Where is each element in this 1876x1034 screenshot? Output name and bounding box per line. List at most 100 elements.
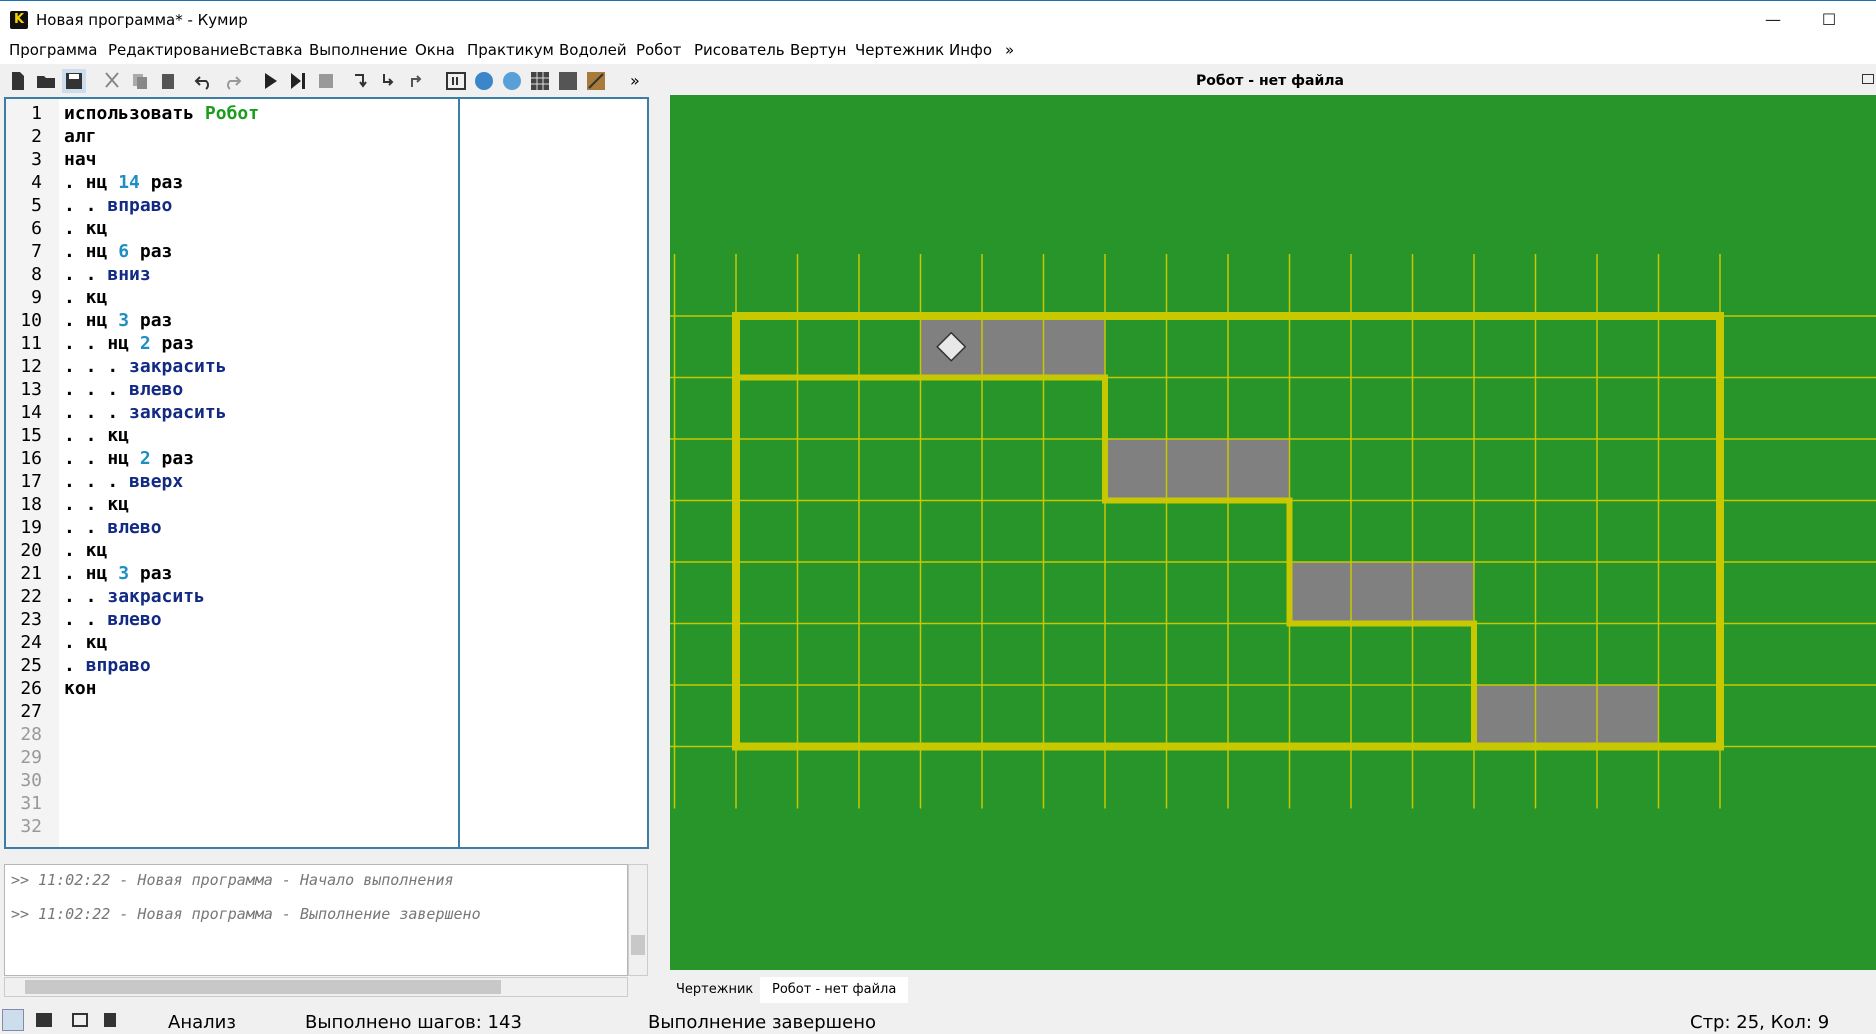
code-token: закрасить: [129, 356, 227, 377]
code-line[interactable]: . . . закрасить: [64, 401, 227, 424]
code-line[interactable]: . кц: [64, 631, 107, 654]
robot-field-icon[interactable]: [528, 69, 552, 93]
vodoley-icon[interactable]: [472, 69, 496, 93]
code-line[interactable]: . нц 3 раз: [64, 562, 172, 585]
tab-chertezhnik[interactable]: Чертежник: [664, 977, 765, 1003]
menu-more[interactable]: »: [1005, 41, 1014, 59]
paste-icon[interactable]: [156, 69, 180, 93]
stop-icon[interactable]: [314, 69, 338, 93]
undo-icon[interactable]: [192, 69, 216, 93]
console-horizontal-scrollbar[interactable]: [4, 977, 628, 997]
menu-vertun[interactable]: Вертун: [790, 41, 846, 59]
copy-output-icon[interactable]: [72, 1013, 88, 1027]
cut-icon[interactable]: [100, 69, 124, 93]
new-file-icon[interactable]: [6, 69, 30, 93]
code-line[interactable]: . . кц: [64, 493, 129, 516]
save-icon[interactable]: [62, 69, 86, 93]
menu-edit[interactable]: Редактирование: [108, 41, 239, 59]
maximize-button[interactable]: ☐: [1806, 5, 1852, 35]
code-line[interactable]: . кц: [64, 286, 107, 309]
code-line[interactable]: . нц 14 раз: [64, 171, 183, 194]
painted-cell: [982, 316, 1044, 378]
code-token: 6: [118, 241, 130, 262]
code-line[interactable]: . кц: [64, 539, 107, 562]
line-number: 32: [20, 816, 42, 837]
code-line[interactable]: . . вниз: [64, 263, 151, 286]
console-line: >> 11:02:22 - Новая программа - Выполнен…: [11, 905, 481, 923]
line-number: 2: [31, 126, 42, 147]
code-token: . . нц: [64, 448, 140, 469]
step-over-icon[interactable]: [350, 69, 374, 93]
terminal-icon[interactable]: [2, 1009, 24, 1031]
toolbar-overflow-button[interactable]: »: [630, 69, 654, 93]
code-line[interactable]: алг: [64, 125, 97, 148]
chertezhnik-icon[interactable]: [556, 69, 580, 93]
menu-robot[interactable]: Робот: [636, 41, 681, 59]
menu-insert[interactable]: Вставка: [239, 41, 303, 59]
code-line[interactable]: . . влево: [64, 608, 162, 631]
code-line[interactable]: . . влево: [64, 516, 162, 539]
code-line[interactable]: . нц 6 раз: [64, 240, 172, 263]
code-token: закрасить: [107, 586, 205, 607]
code-line[interactable]: использовать Робот: [64, 102, 259, 125]
code-token: . .: [64, 586, 108, 607]
code-line[interactable]: . . . закрасить: [64, 355, 227, 378]
code-line[interactable]: кон: [64, 677, 97, 700]
console-vertical-scrollbar[interactable]: [628, 864, 648, 976]
line-number: 22: [20, 586, 42, 607]
code-line[interactable]: нач: [64, 148, 97, 171]
code-line[interactable]: . . нц 2 раз: [64, 447, 194, 470]
copy-icon[interactable]: [128, 69, 152, 93]
tab-robot[interactable]: Робот - нет файла: [760, 977, 909, 1003]
step-into-icon[interactable]: [378, 69, 402, 93]
menu-info[interactable]: Инфо: [949, 41, 992, 59]
line-number: 31: [20, 793, 42, 814]
minimize-button[interactable]: —: [1750, 5, 1796, 35]
code-token: . . кц: [64, 425, 130, 446]
code-token: . . кц: [64, 494, 130, 515]
menu-run[interactable]: Выполнение: [309, 41, 408, 59]
menu-program[interactable]: Программа: [9, 41, 97, 59]
menu-practicum[interactable]: Практикум: [467, 41, 554, 59]
line-number: 10: [20, 310, 42, 331]
painted-cell: [1412, 562, 1474, 624]
vertun-icon[interactable]: [500, 69, 524, 93]
code-line[interactable]: . кц: [64, 217, 107, 240]
code-token: раз: [129, 241, 173, 262]
menu-risovatel[interactable]: Рисователь: [694, 41, 785, 59]
save-output-icon[interactable]: [36, 1013, 52, 1027]
code-line[interactable]: . . кц: [64, 424, 129, 447]
menu-vodoley[interactable]: Водолей: [559, 41, 627, 59]
open-folder-icon[interactable]: [34, 69, 58, 93]
clear-output-icon[interactable]: [104, 1013, 116, 1027]
code-token: алг: [64, 126, 97, 147]
line-number: 30: [20, 770, 42, 791]
menu-windows[interactable]: Окна: [415, 41, 455, 59]
scroll-thumb[interactable]: [25, 980, 501, 994]
code-token: нач: [64, 149, 97, 170]
run-icon[interactable]: [258, 69, 282, 93]
menu-bar: Программа Редактирование Вставка Выполне…: [0, 38, 1876, 64]
menu-chertezhnik[interactable]: Чертежник: [855, 41, 944, 59]
editor-margin-splitter[interactable]: [458, 99, 460, 847]
undock-icon[interactable]: [1862, 74, 1874, 84]
code-line[interactable]: . . закрасить: [64, 585, 205, 608]
code-line[interactable]: . . вправо: [64, 194, 172, 217]
grid-module-icon[interactable]: [444, 69, 468, 93]
code-line[interactable]: . . . вверх: [64, 470, 183, 493]
code-editor[interactable]: 1 2 3 4 5 6 7 8 9 10 11 12 13 14 15 16 17 18 19 20 21 22 23 24 2…: [4, 97, 649, 849]
scroll-thumb[interactable]: [631, 935, 645, 955]
code-line[interactable]: . . . влево: [64, 378, 183, 401]
step-out-icon[interactable]: [406, 69, 430, 93]
redo-icon[interactable]: [220, 69, 244, 93]
output-console: >> 11:02:22 - Новая программа - Начало в…: [4, 864, 628, 976]
code-line[interactable]: . . нц 2 раз: [64, 332, 194, 355]
robot-field[interactable]: [670, 95, 1876, 970]
run-steps-icon[interactable]: [286, 69, 310, 93]
risovatel-icon[interactable]: [584, 69, 608, 93]
line-number: 28: [20, 724, 42, 745]
code-line[interactable]: . нц 3 раз: [64, 309, 172, 332]
console-line: >> 11:02:22 - Новая программа - Начало в…: [11, 871, 454, 889]
painted-cell: [1351, 562, 1413, 624]
code-line[interactable]: . вправо: [64, 654, 151, 677]
